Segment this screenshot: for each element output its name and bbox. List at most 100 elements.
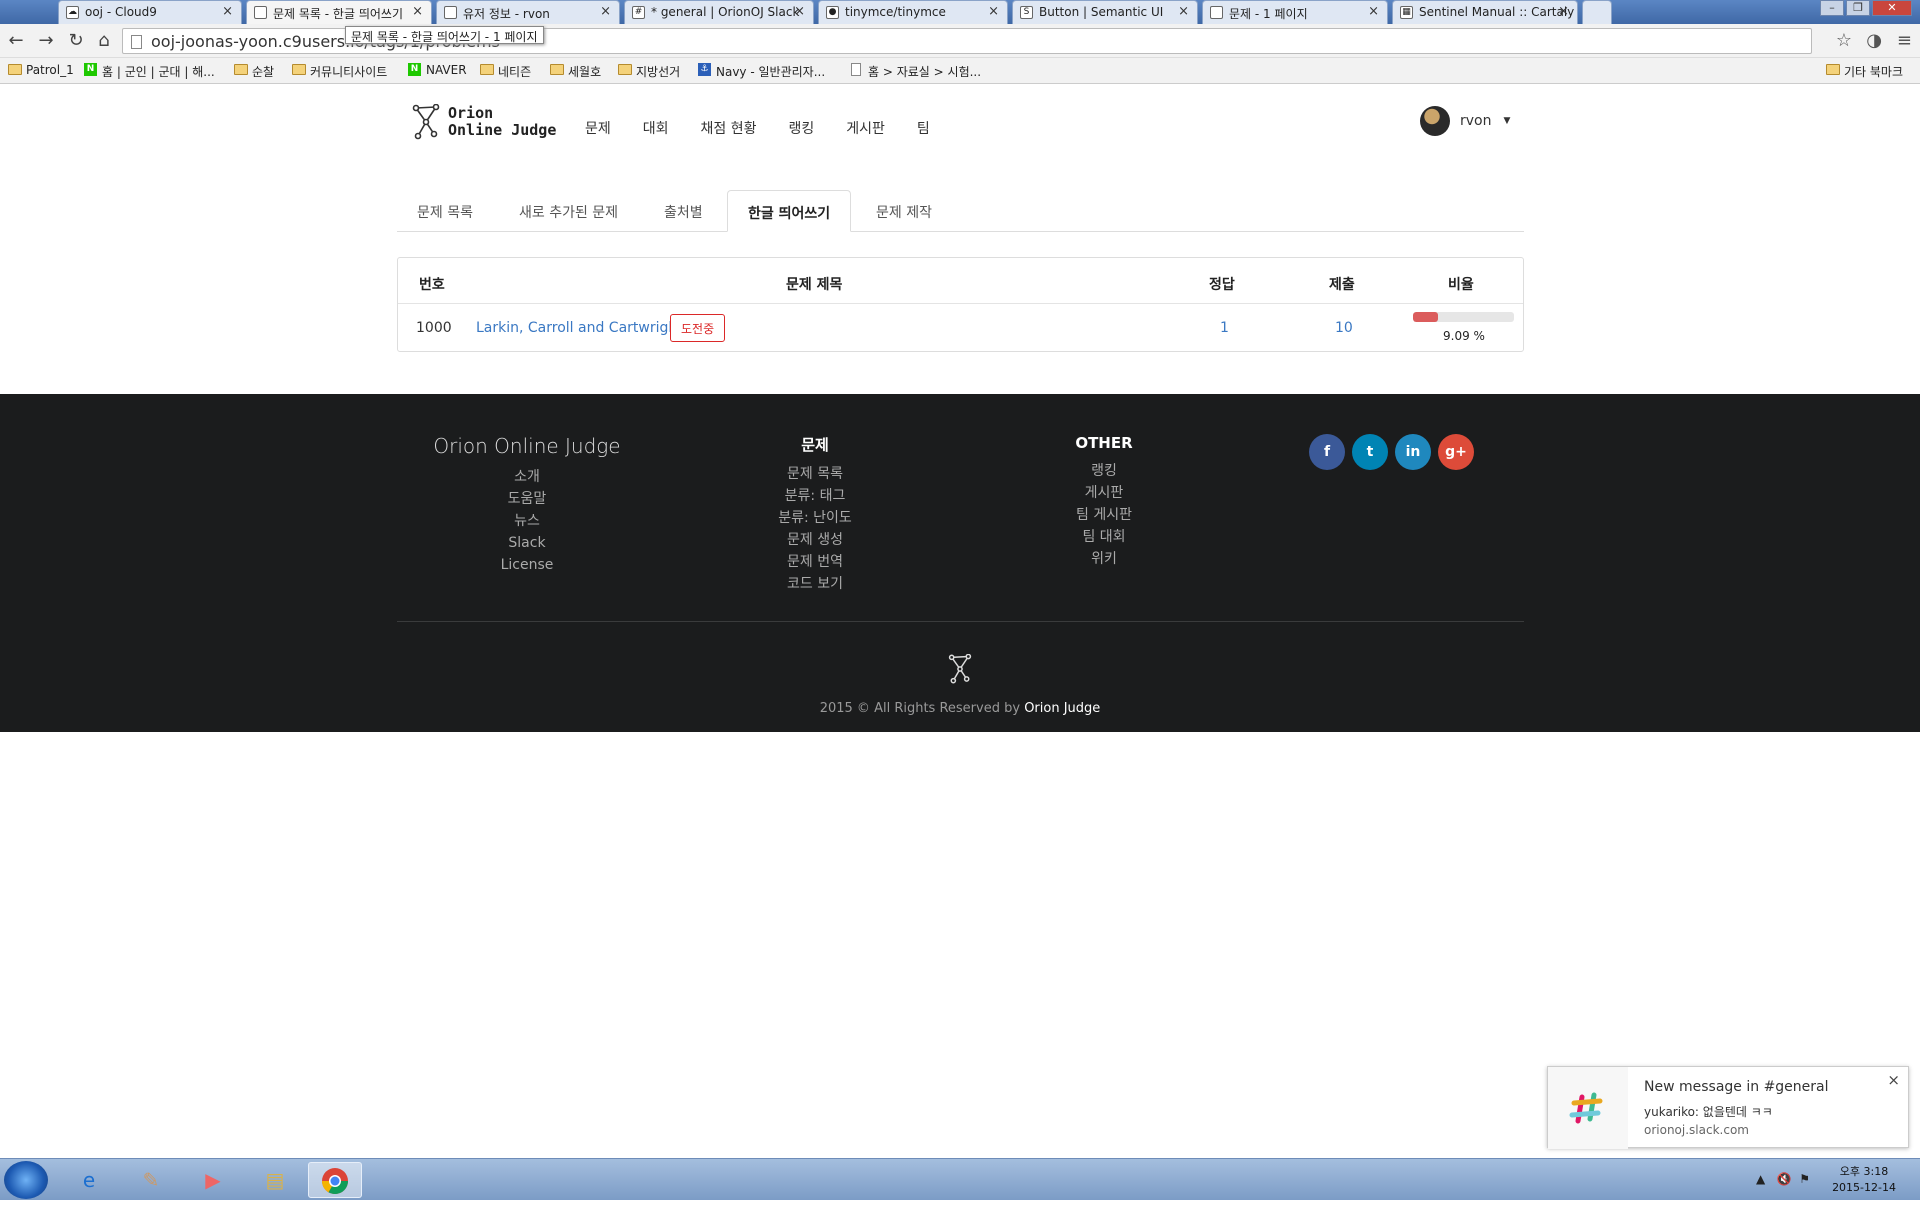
nav-item-team[interactable]: 팀: [917, 118, 930, 138]
page-icon: [254, 6, 267, 19]
chrome-icon[interactable]: [308, 1162, 362, 1198]
facebook-icon[interactable]: f: [1309, 434, 1345, 470]
bookmark-item[interactable]: N NAVER: [408, 63, 467, 77]
orion-logo-icon: [948, 654, 972, 684]
slack-logo-icon: [1548, 1067, 1628, 1149]
tray-arrow-icon[interactable]: ▲: [1756, 1172, 1765, 1186]
footer-link[interactable]: 팀 대회: [1044, 526, 1164, 548]
nav-item-problems[interactable]: 문제: [585, 118, 611, 138]
footer-link[interactable]: 코드 보기: [755, 573, 875, 595]
browser-tab[interactable]: ▦ Sentinel Manual :: Cartaly ×: [1392, 0, 1578, 24]
other-bookmarks[interactable]: 기타 북마크: [1826, 63, 1903, 80]
problem-title-link[interactable]: Larkin, Carroll and Cartwright: [476, 320, 683, 336]
footer-link[interactable]: 문제 생성: [755, 529, 875, 551]
bookmark-item[interactable]: Patrol_1: [8, 63, 74, 77]
ratio-text: 9.09 %: [1443, 329, 1485, 343]
close-tab-icon[interactable]: ×: [1368, 4, 1379, 19]
start-button[interactable]: [4, 1161, 48, 1199]
tab-by-source[interactable]: 출처별: [644, 190, 723, 232]
nav-item-contests[interactable]: 대회: [643, 118, 669, 138]
browser-tab[interactable]: S Button | Semantic UI ×: [1012, 0, 1198, 24]
tab-create-problem[interactable]: 문제 제작: [856, 190, 952, 232]
volume-icon[interactable]: 🔇: [1777, 1172, 1792, 1186]
bookmark-item[interactable]: ⚓ Navy - 일반관리자...: [698, 63, 825, 80]
tab-new-problems[interactable]: 새로 추가된 문제: [499, 190, 638, 232]
semantic-icon: S: [1020, 6, 1033, 19]
maximize-icon[interactable]: ❐: [1846, 0, 1870, 16]
naver-icon: N: [84, 63, 97, 76]
bookmark-item[interactable]: 홈 > 자료실 > 시험...: [850, 63, 981, 80]
correct-count-link[interactable]: 1: [1220, 320, 1229, 336]
footer-link[interactable]: 문제 목록: [755, 463, 875, 485]
bookmark-item[interactable]: 세월호: [550, 63, 601, 80]
file-explorer-icon[interactable]: ▤: [248, 1162, 302, 1198]
footer-link[interactable]: Slack: [420, 532, 634, 554]
submission-count-link[interactable]: 10: [1335, 320, 1353, 336]
system-tray: ▲ 🔇 ⚑: [1756, 1172, 1810, 1186]
bookmark-item[interactable]: 순찰: [234, 63, 274, 80]
window-close-icon[interactable]: ✕: [1872, 0, 1912, 16]
linkedin-icon[interactable]: in: [1395, 434, 1431, 470]
internet-explorer-icon[interactable]: e: [62, 1162, 116, 1198]
slack-notification[interactable]: New message in #general yukariko: 없을텐데 ㅋ…: [1547, 1066, 1909, 1149]
back-icon[interactable]: ←: [4, 30, 28, 51]
footer-link[interactable]: 위키: [1044, 548, 1164, 570]
close-tab-icon[interactable]: ×: [222, 4, 233, 19]
browser-tab[interactable]: ☁ ooj - Cloud9 ×: [58, 0, 242, 24]
browser-tab[interactable]: # * general | OrionOJ Slack ×: [624, 0, 814, 24]
close-tab-icon[interactable]: ×: [1558, 4, 1569, 19]
close-tab-icon[interactable]: ×: [988, 4, 999, 19]
action-center-icon[interactable]: ⚑: [1799, 1172, 1810, 1186]
system-clock[interactable]: 오후 3:18 2015-12-14: [1832, 1164, 1896, 1196]
extension-icon[interactable]: ◑: [1866, 30, 1882, 51]
browser-tab-active[interactable]: 문제 목록 - 한글 띄어쓰기 ×: [246, 0, 432, 24]
footer-link[interactable]: 소개: [420, 466, 634, 488]
paint-icon[interactable]: ✎: [124, 1162, 178, 1198]
browser-tab[interactable]: 유저 정보 - rvon ×: [436, 0, 620, 24]
nav-item-status[interactable]: 채점 현황: [701, 118, 757, 138]
browser-tab[interactable]: 문제 - 1 페이지 ×: [1202, 0, 1388, 24]
close-icon[interactable]: ×: [1887, 1071, 1900, 1089]
close-tab-icon[interactable]: ×: [600, 4, 611, 19]
nav-item-ranking[interactable]: 랭킹: [789, 118, 815, 138]
close-tab-icon[interactable]: ×: [412, 4, 423, 19]
tab-problem-list[interactable]: 문제 목록: [397, 190, 493, 232]
close-tab-icon[interactable]: ×: [1178, 4, 1189, 19]
footer-link[interactable]: 뉴스: [420, 510, 634, 532]
reload-icon[interactable]: ↻: [64, 30, 88, 51]
user-menu[interactable]: rvon ▼: [1420, 106, 1510, 136]
twitter-icon[interactable]: t: [1352, 434, 1388, 470]
footer-link[interactable]: License: [420, 554, 634, 576]
copyright-brand-link[interactable]: Orion Judge: [1024, 701, 1100, 716]
google-plus-icon[interactable]: g+: [1438, 434, 1474, 470]
footer-link[interactable]: 팀 게시판: [1044, 504, 1164, 526]
minimize-icon[interactable]: –: [1820, 0, 1844, 16]
forward-icon[interactable]: →: [34, 30, 58, 51]
browser-tab[interactable]: ● tinymce/tinymce ×: [818, 0, 1008, 24]
bookmark-item[interactable]: 커뮤니티사이트: [292, 63, 387, 80]
tab-tooltip: 문제 목록 - 한글 띄어쓰기 - 1 페이지: [345, 26, 544, 44]
caret-down-icon: ▼: [1503, 116, 1511, 126]
close-tab-icon[interactable]: ×: [794, 4, 805, 19]
row-divider: [398, 303, 1523, 304]
footer-problems-title: 문제: [801, 436, 829, 454]
home-icon[interactable]: ⌂: [92, 30, 116, 51]
tab-korean-spacing[interactable]: 한글 띄어쓰기: [727, 190, 852, 232]
bookmark-item[interactable]: N홈 | 군인 | 군대 | 해...: [84, 63, 215, 80]
footer-brand-column: Orion Online Judge 소개 도움말 뉴스 Slack Licen…: [420, 434, 634, 576]
site-logo[interactable]: Orion Online Judge: [412, 104, 556, 140]
footer-link[interactable]: 게시판: [1044, 482, 1164, 504]
footer-link[interactable]: 분류: 태그: [755, 485, 875, 507]
bookmark-star-icon[interactable]: ☆: [1836, 30, 1852, 51]
menu-icon[interactable]: ≡: [1897, 30, 1912, 51]
nav-item-board[interactable]: 게시판: [846, 118, 885, 138]
bookmark-item[interactable]: 지방선거: [618, 63, 680, 80]
media-player-icon[interactable]: ▶: [186, 1162, 240, 1198]
footer-link[interactable]: 분류: 난이도: [755, 507, 875, 529]
footer-link[interactable]: 도움말: [420, 488, 634, 510]
footer-link[interactable]: 문제 번역: [755, 551, 875, 573]
new-tab-button[interactable]: [1582, 0, 1612, 24]
footer-link[interactable]: 랭킹: [1044, 460, 1164, 482]
page-icon: [444, 6, 457, 19]
bookmark-item[interactable]: 네티즌: [480, 63, 531, 80]
